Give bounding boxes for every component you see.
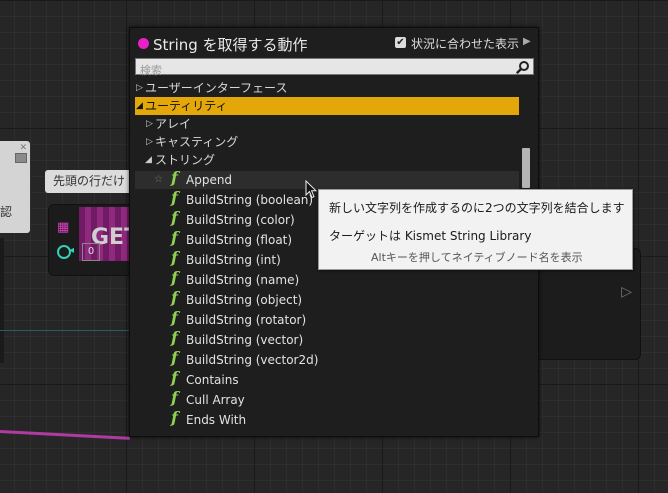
function-icon: f xyxy=(171,408,178,427)
tooltip-hint: Altキーを押してネイティブノード名を表示 xyxy=(371,251,583,264)
blueprint-graph-canvas[interactable]: ✕ 認 先頭の行だけ ▦ GET ◂ 0 ▷ String を取得する動作 ✔ … xyxy=(0,0,668,493)
index-input[interactable]: 0 xyxy=(82,243,100,261)
exec-out-icon[interactable]: ▷ xyxy=(621,284,632,300)
collapsed-arrow-icon: ▷ xyxy=(136,83,143,93)
category-user-interface[interactable]: ▷ ユーザーインターフェース xyxy=(135,79,519,97)
tooltip-target: ターゲットは Kismet String Library xyxy=(329,229,532,243)
context-sensitive-checkbox[interactable]: ✔ xyxy=(395,37,406,48)
node-text: 認 xyxy=(0,205,13,219)
function-item[interactable]: f BuildString (vector) xyxy=(135,328,519,349)
function-icon: f xyxy=(171,188,178,207)
function-icon: f xyxy=(171,168,178,187)
category-label: キャスティング xyxy=(155,135,239,149)
close-icon: ✕ xyxy=(19,143,27,153)
string-wire xyxy=(0,430,130,440)
menu-header: String を取得する動作 ✔ 状況に合わせた表示 ▶ xyxy=(130,28,538,58)
wire xyxy=(0,330,130,331)
function-label: Ends With xyxy=(186,413,247,427)
comment-node[interactable]: ✕ 認 xyxy=(0,141,30,233)
category-string[interactable]: ◢ ストリング xyxy=(135,151,519,169)
function-label: BuildString (color) xyxy=(186,213,295,227)
function-icon: f xyxy=(171,308,178,327)
collapsed-arrow-icon: ▷ xyxy=(146,119,153,129)
category-label: ユーティリティ xyxy=(145,99,228,113)
menu-title: String を取得する動作 xyxy=(153,36,308,54)
chevron-right-icon[interactable]: ▶ xyxy=(523,36,531,47)
search-box[interactable] xyxy=(135,58,534,78)
function-label: BuildString (object) xyxy=(186,293,303,307)
function-item[interactable]: ☆ f Append xyxy=(135,168,519,189)
function-item[interactable]: f BuildString (vector2d) xyxy=(135,348,519,369)
favorite-star-icon[interactable]: ☆ xyxy=(154,171,163,189)
array-icon: ▦ xyxy=(57,220,70,235)
screen-icon xyxy=(15,153,27,163)
scrollbar-thumb[interactable] xyxy=(522,148,530,188)
function-icon: f xyxy=(171,248,178,267)
get-array-node[interactable]: ▦ GET ◂ 0 xyxy=(48,204,140,276)
function-label: BuildString (int) xyxy=(186,253,281,267)
function-item[interactable]: f BuildString (object) xyxy=(135,288,519,309)
function-item[interactable]: f Contains xyxy=(135,368,519,389)
expanded-arrow-icon: ◢ xyxy=(145,155,152,165)
tooltip: 新しい文字列を作成するのに2つの文字列を結合します ターゲットは Kismet … xyxy=(318,189,633,270)
function-icon: f xyxy=(171,288,178,307)
category-label: ストリング xyxy=(155,153,216,167)
mouse-cursor-icon xyxy=(305,180,317,199)
category-array[interactable]: ▷ アレイ xyxy=(135,115,519,133)
category-utilities[interactable]: ◢ ユーティリティ xyxy=(135,97,519,115)
function-item[interactable]: f Cull Array xyxy=(135,388,519,409)
function-label: BuildString (vector2d) xyxy=(186,353,319,367)
function-label: BuildString (float) xyxy=(186,233,293,247)
function-label: BuildString (rotator) xyxy=(186,313,307,327)
pin-arrow-icon: ◂ xyxy=(69,245,75,256)
category-label: ユーザーインターフェース xyxy=(145,81,288,95)
function-icon: f xyxy=(171,388,178,407)
function-label: BuildString (name) xyxy=(186,273,300,287)
function-item[interactable]: f BuildString (name) xyxy=(135,268,519,289)
node-edge xyxy=(0,238,4,363)
function-icon: f xyxy=(171,228,178,247)
function-label: Append xyxy=(186,173,233,187)
collapsed-arrow-icon: ▷ xyxy=(146,137,153,147)
expanded-arrow-icon: ◢ xyxy=(136,101,143,111)
function-icon: f xyxy=(171,268,178,287)
function-label: Cull Array xyxy=(186,393,245,407)
function-item[interactable]: f Ends With xyxy=(135,408,519,429)
function-icon: f xyxy=(171,348,178,367)
function-icon: f xyxy=(171,208,178,227)
category-casting[interactable]: ▷ キャスティング xyxy=(135,133,519,151)
function-icon: f xyxy=(171,328,178,347)
tooltip-description: 新しい文字列を作成するのに2つの文字列を結合します xyxy=(329,201,625,215)
function-label: BuildString (boolean) xyxy=(186,193,314,207)
function-label: Contains xyxy=(186,373,239,387)
string-pin-icon xyxy=(138,38,149,49)
search-icon[interactable] xyxy=(516,60,530,74)
category-label: アレイ xyxy=(155,117,192,131)
search-input[interactable] xyxy=(136,63,514,78)
function-item[interactable]: f BuildString (rotator) xyxy=(135,308,519,329)
function-icon: f xyxy=(171,368,178,387)
function-label: BuildString (vector) xyxy=(186,333,304,347)
context-sensitive-label[interactable]: 状況に合わせた表示 xyxy=(411,35,519,52)
